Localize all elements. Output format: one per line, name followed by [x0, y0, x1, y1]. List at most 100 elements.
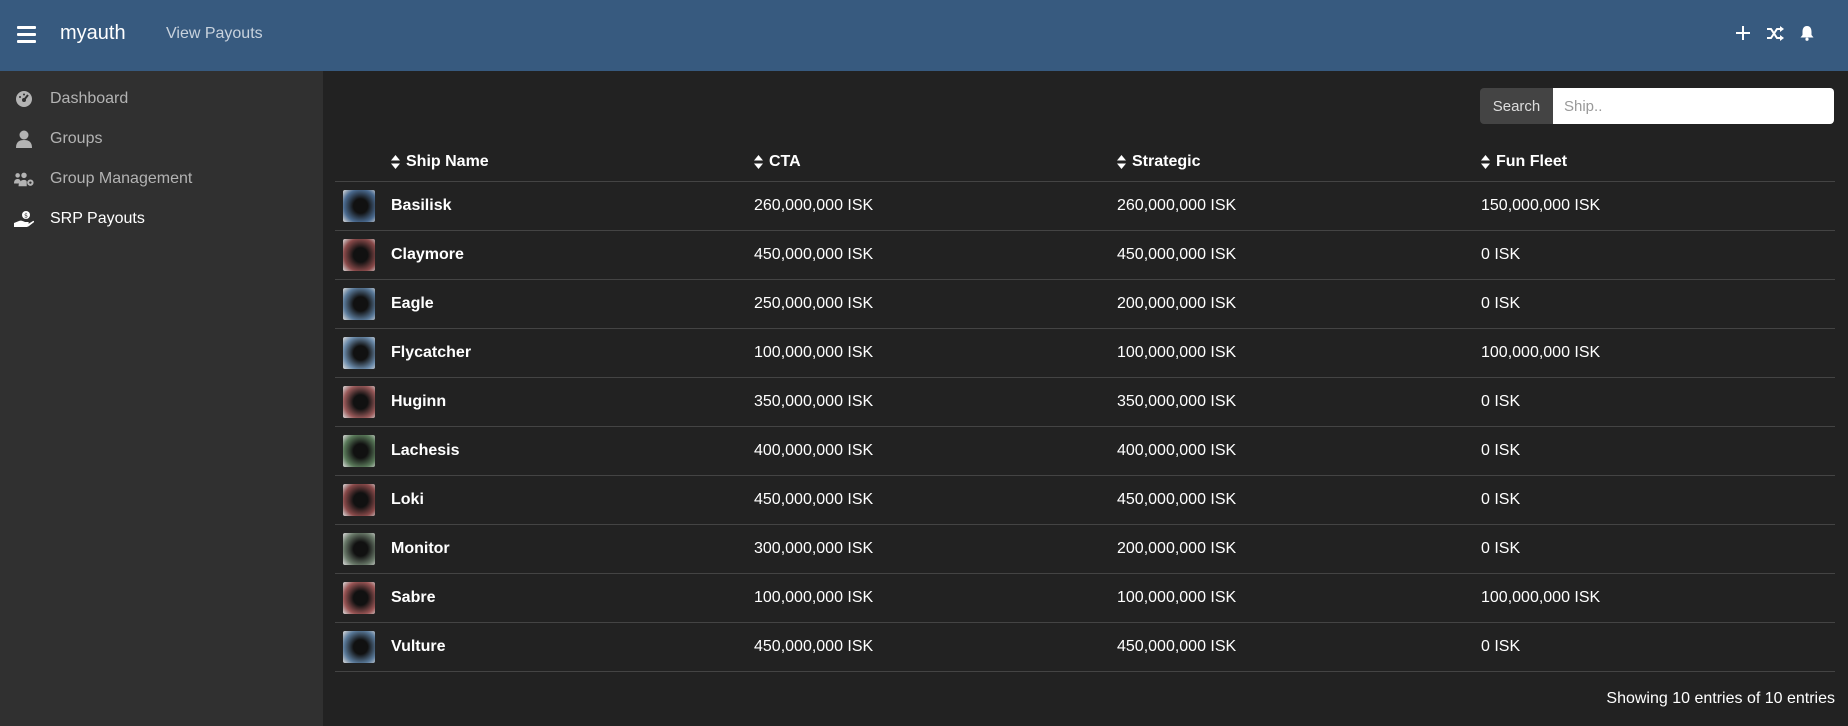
table-row: Claymore 450,000,000 ISK 450,000,000 ISK 0 …: [335, 231, 1835, 280]
sort-icon: [1117, 155, 1126, 169]
table-row: Basilisk 260,000,000 ISK 260,000,000 ISK 15…: [335, 182, 1835, 231]
table-info: Showing 10 entries of 10 entries: [1606, 690, 1835, 707]
column-header-cta[interactable]: CTA: [754, 153, 801, 171]
dashboard-icon: [14, 89, 34, 109]
ship-name-cell: Monitor: [391, 540, 450, 557]
ship-image: [343, 435, 375, 467]
cta-cell: 350,000,000 ISK: [754, 393, 874, 410]
menu-icon[interactable]: [17, 26, 36, 44]
strategic-cell: 100,000,000 ISK: [1117, 589, 1237, 606]
fun-fleet-cell: 0 ISK: [1481, 442, 1521, 459]
top-icons: [1734, 24, 1816, 42]
ship-name-cell: Sabre: [391, 589, 436, 606]
ship-name-cell: Vulture: [391, 638, 446, 655]
column-header-label: Fun Fleet: [1496, 153, 1568, 170]
table-row: Loki 450,000,000 ISK 450,000,000 ISK 0 ISK: [335, 476, 1835, 525]
table-row: Monitor 300,000,000 ISK 200,000,000 ISK 0 I…: [335, 525, 1835, 574]
ship-name-cell: Claymore: [391, 246, 464, 263]
ship-name-cell: Flycatcher: [391, 344, 472, 361]
table-row: Sabre 100,000,000 ISK 100,000,000 ISK 100,0…: [335, 574, 1835, 623]
fun-fleet-cell: 0 ISK: [1481, 491, 1521, 508]
ship-image: [343, 631, 375, 663]
ship-image: [343, 533, 375, 565]
table-body: Basilisk 260,000,000 ISK 260,000,000 ISK 15…: [335, 182, 1835, 672]
shuffle-icon[interactable]: [1766, 24, 1784, 42]
column-header-label: Ship Name: [406, 153, 489, 170]
table-row: Flycatcher 100,000,000 ISK 100,000,000 ISK…: [335, 329, 1835, 378]
brand-name[interactable]: myauth: [60, 22, 126, 45]
search-group: Search: [1480, 88, 1834, 124]
cta-cell: 100,000,000 ISK: [754, 589, 874, 606]
sidebar-item-dashboard[interactable]: Dashboard: [0, 79, 323, 119]
sidebar-item-label: Groups: [50, 130, 103, 147]
column-header-fun-fleet[interactable]: Fun Fleet: [1481, 153, 1567, 171]
cta-cell: 100,000,000 ISK: [754, 344, 874, 361]
table-row: Vulture 450,000,000 ISK 450,000,000 ISK 0 I…: [335, 623, 1835, 672]
strategic-cell: 450,000,000 ISK: [1117, 491, 1237, 508]
main-content: Search Ship Name CTA Strategic Fun Fleet…: [323, 71, 1848, 726]
strategic-cell: 350,000,000 ISK: [1117, 393, 1237, 410]
strategic-cell: 450,000,000 ISK: [1117, 246, 1237, 263]
ship-name-cell: Eagle: [391, 295, 434, 312]
ship-name-cell: Loki: [391, 491, 424, 508]
ship-image: [343, 582, 375, 614]
table-row: Huginn 350,000,000 ISK 350,000,000 ISK 0 IS…: [335, 378, 1835, 427]
cta-cell: 400,000,000 ISK: [754, 442, 874, 459]
strategic-cell: 100,000,000 ISK: [1117, 344, 1237, 361]
sidebar-item-label: SRP Payouts: [50, 210, 145, 227]
cta-cell: 450,000,000 ISK: [754, 246, 874, 263]
sidebar-item-group-management[interactable]: Group Management: [0, 159, 323, 199]
sidebar-item-label: Group Management: [50, 170, 193, 187]
bell-icon[interactable]: [1798, 24, 1816, 42]
strategic-cell: 260,000,000 ISK: [1117, 197, 1237, 214]
ship-name-cell: Huginn: [391, 393, 447, 410]
fun-fleet-cell: 0 ISK: [1481, 393, 1521, 410]
ship-image: [343, 288, 375, 320]
cta-cell: 260,000,000 ISK: [754, 197, 874, 214]
sort-icon: [754, 155, 763, 169]
table-header: Ship Name CTA Strategic Fun Fleet: [335, 141, 1835, 182]
plus-icon[interactable]: [1734, 24, 1752, 42]
svg-text:$: $: [24, 213, 28, 220]
sidebar-item-groups[interactable]: Groups: [0, 119, 323, 159]
ship-image: [343, 386, 375, 418]
ship-image: [343, 484, 375, 516]
search-button[interactable]: Search: [1480, 88, 1553, 124]
sort-icon: [1481, 155, 1490, 169]
column-header-label: Strategic: [1132, 153, 1201, 170]
sort-icon: [391, 155, 400, 169]
user-icon: [14, 129, 34, 149]
fun-fleet-cell: 0 ISK: [1481, 540, 1521, 557]
users-cog-icon: [14, 169, 34, 189]
fun-fleet-cell: 100,000,000 ISK: [1481, 589, 1601, 606]
strategic-cell: 450,000,000 ISK: [1117, 638, 1237, 655]
sidebar-item-srp-payouts[interactable]: $ SRP Payouts: [0, 199, 323, 239]
cta-cell: 250,000,000 ISK: [754, 295, 874, 312]
column-header-strategic[interactable]: Strategic: [1117, 153, 1200, 171]
hand-money-icon: $: [14, 209, 34, 229]
top-navbar: myauth View Payouts: [0, 0, 1848, 71]
sidebar-item-label: Dashboard: [50, 90, 129, 107]
cta-cell: 300,000,000 ISK: [754, 540, 874, 557]
table-row: Lachesis 400,000,000 ISK 400,000,000 ISK 0 …: [335, 427, 1835, 476]
sidebar: Dashboard Groups Group Management $ SRP …: [0, 71, 323, 726]
fun-fleet-cell: 0 ISK: [1481, 246, 1521, 263]
strategic-cell: 200,000,000 ISK: [1117, 540, 1237, 557]
ship-image: [343, 337, 375, 369]
strategic-cell: 400,000,000 ISK: [1117, 442, 1237, 459]
table-row: Eagle 250,000,000 ISK 200,000,000 ISK 0 ISK: [335, 280, 1835, 329]
ship-image: [343, 190, 375, 222]
column-header-ship-name[interactable]: Ship Name: [391, 153, 489, 171]
view-payouts-link[interactable]: View Payouts: [166, 25, 263, 43]
ship-name-cell: Lachesis: [391, 442, 460, 459]
column-header-label: CTA: [769, 153, 801, 170]
fun-fleet-cell: 150,000,000 ISK: [1481, 197, 1601, 214]
fun-fleet-cell: 0 ISK: [1481, 638, 1521, 655]
ship-name-cell: Basilisk: [391, 197, 452, 214]
payouts-table: Ship Name CTA Strategic Fun Fleet Basili…: [335, 141, 1835, 672]
search-input[interactable]: [1553, 88, 1834, 124]
cta-cell: 450,000,000 ISK: [754, 491, 874, 508]
ship-image: [343, 239, 375, 271]
fun-fleet-cell: 0 ISK: [1481, 295, 1521, 312]
strategic-cell: 200,000,000 ISK: [1117, 295, 1237, 312]
